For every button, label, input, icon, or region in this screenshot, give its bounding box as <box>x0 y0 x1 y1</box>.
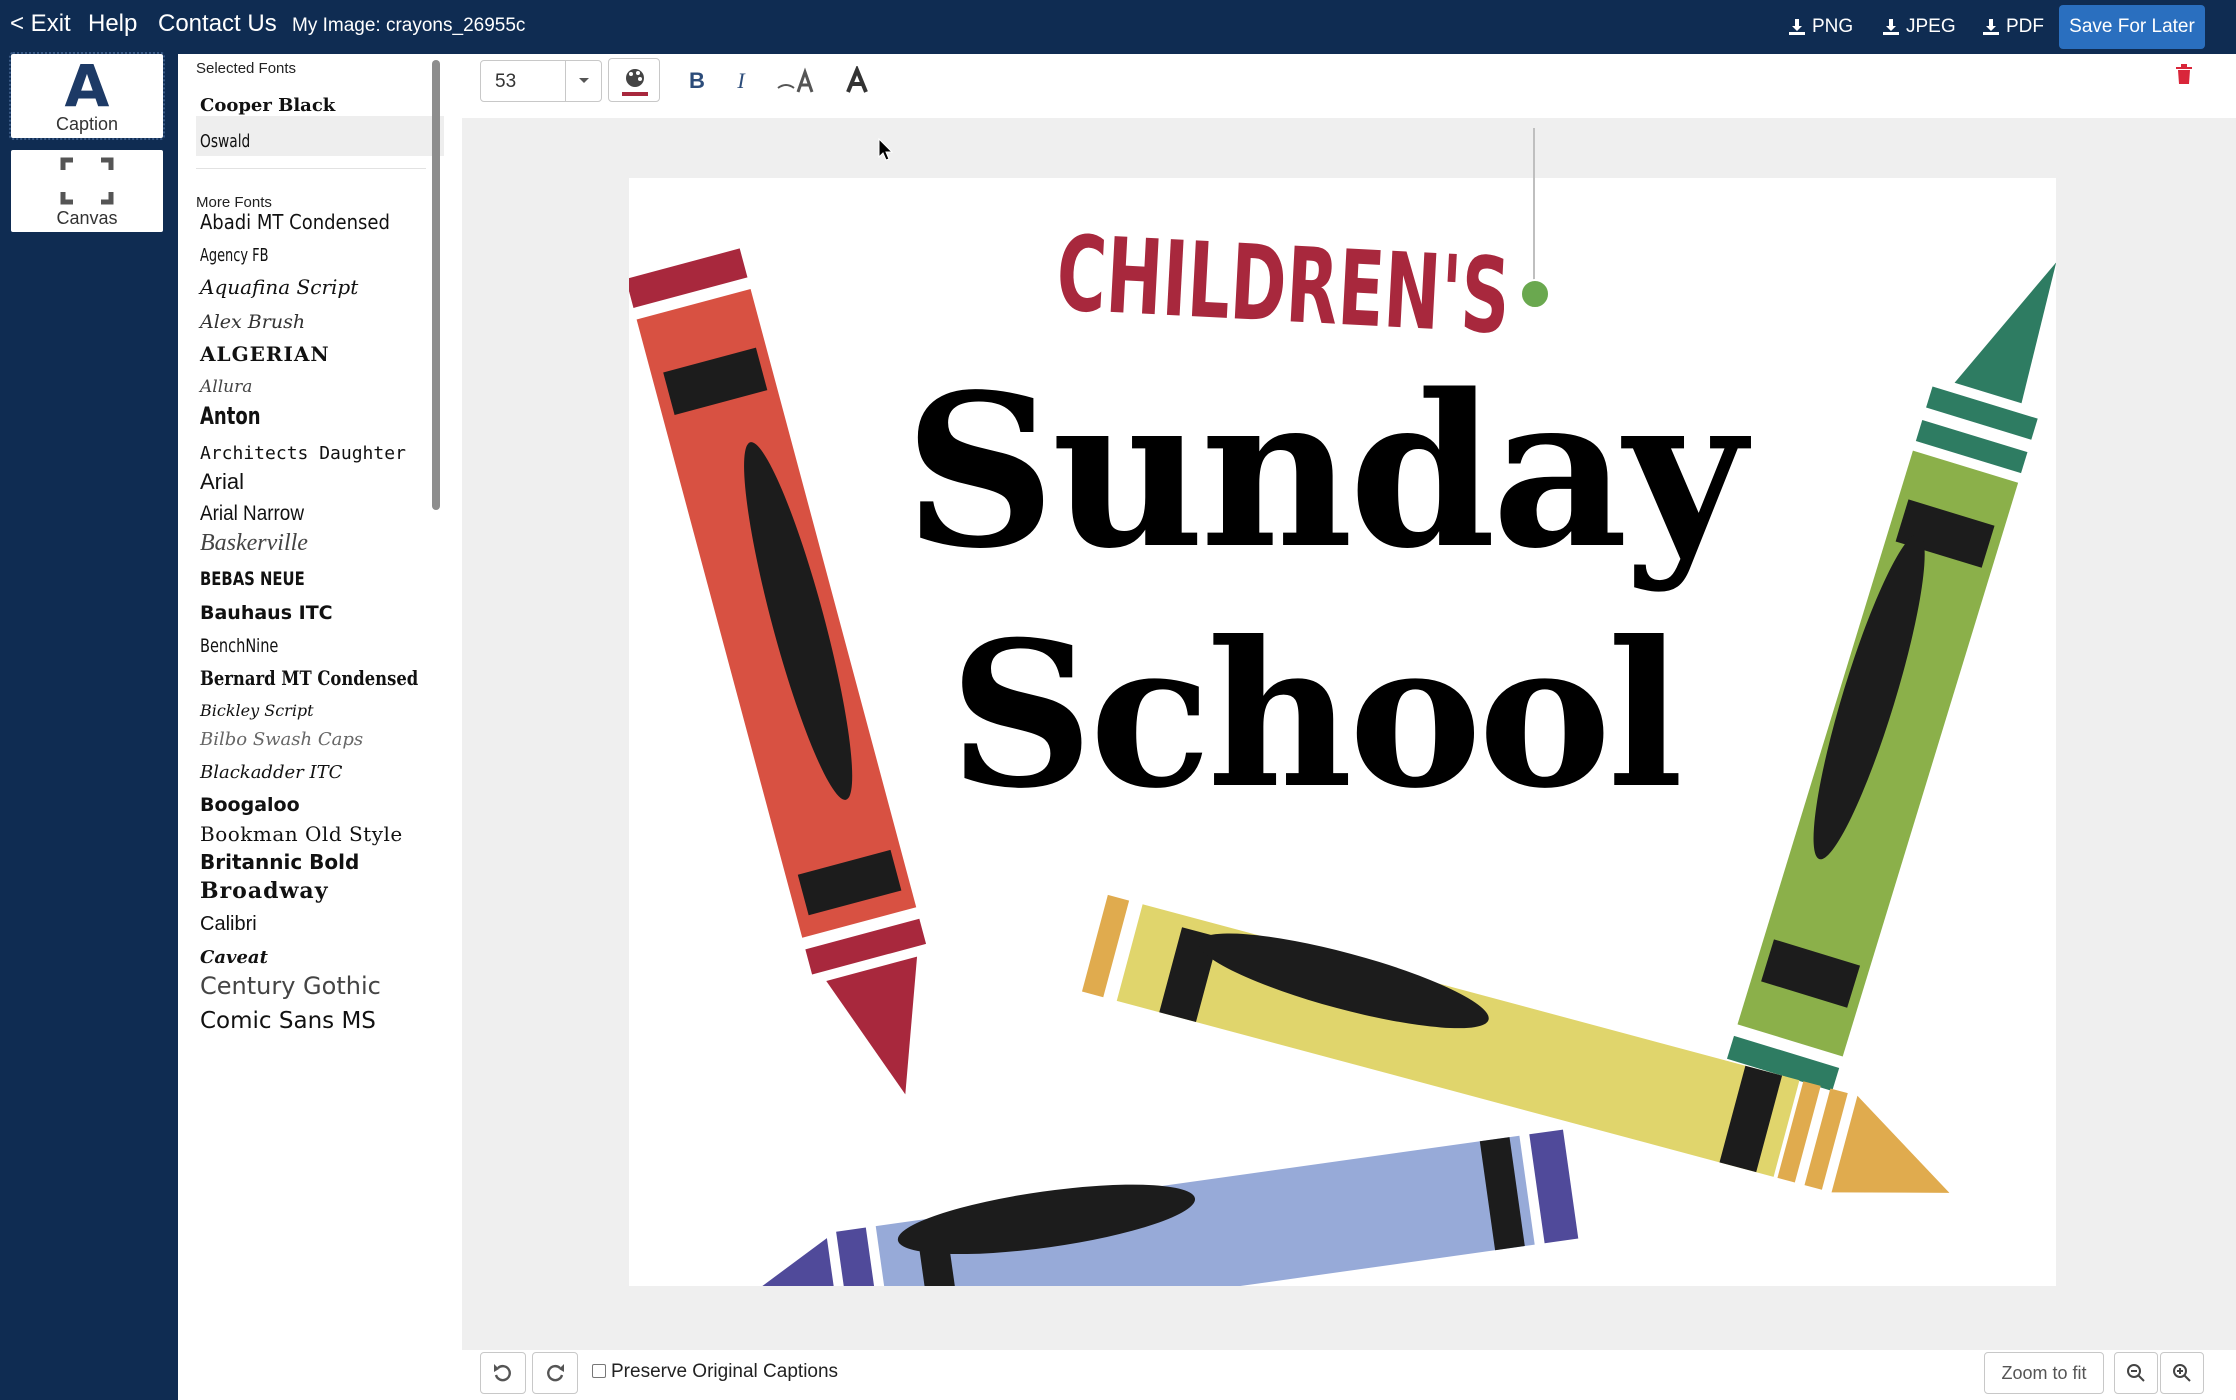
italic-button[interactable]: I <box>726 64 756 98</box>
zoom-in-icon <box>2173 1364 2191 1382</box>
undo-button[interactable] <box>480 1352 526 1394</box>
image-title: My Image: crayons_26955c <box>292 15 526 36</box>
download-icon <box>1789 19 1805 35</box>
download-icon <box>1883 19 1899 35</box>
arc-text-button[interactable] <box>776 64 816 98</box>
font-list-item[interactable]: Comic Sans MS <box>196 998 444 1038</box>
font-panel: Selected Fonts Cooper Black Oswald More … <box>178 54 446 1400</box>
palette-icon <box>622 69 648 96</box>
selected-fonts-header: Selected Fonts <box>196 60 297 77</box>
text-color-button[interactable] <box>608 58 660 102</box>
font-label: Baskerville <box>200 530 308 556</box>
font-item-cooper-black[interactable]: Cooper Black <box>196 80 444 120</box>
font-label: Anton <box>200 402 261 430</box>
delete-icon[interactable] <box>2172 60 2196 88</box>
download-jpeg-button[interactable]: JPEG <box>1882 16 1956 38</box>
download-png-label: PNG <box>1812 16 1854 37</box>
rotate-handle[interactable] <box>1520 279 1550 309</box>
font-divider <box>196 168 426 169</box>
font-label: Century Gothic <box>200 972 381 1000</box>
download-pdf-label: PDF <box>2006 16 2044 37</box>
redo-button[interactable] <box>532 1352 578 1394</box>
font-size-select[interactable]: 53 <box>480 60 602 102</box>
caption-childrens[interactable]: CHILDREN'S <box>1054 212 1513 358</box>
font-label: Aquafina Script <box>200 275 359 299</box>
green-crayon <box>1726 262 2056 1091</box>
font-item-oswald-selected[interactable]: Oswald <box>196 116 444 156</box>
zoom-out-icon <box>2127 1364 2145 1382</box>
help-link[interactable]: Help <box>88 10 137 38</box>
blue-crayon <box>726 1129 1579 1286</box>
caption-tool-button[interactable]: A Caption <box>9 52 165 140</box>
contact-us-link[interactable]: Contact Us <box>158 10 277 38</box>
zoom-out-button[interactable] <box>2114 1352 2158 1394</box>
font-label: Oswald <box>200 131 251 152</box>
canvas-tool-button[interactable]: Canvas <box>11 150 163 232</box>
undo-icon <box>494 1364 511 1382</box>
download-jpeg-label: JPEG <box>1906 16 1956 37</box>
app-window: < Exit Help Contact Us My Image: crayons… <box>0 0 2236 1400</box>
mouse-cursor-icon <box>878 138 894 161</box>
preserve-captions-label: Preserve Original Captions <box>611 1361 839 1382</box>
zoom-to-fit-button[interactable]: Zoom to fit <box>1984 1352 2104 1394</box>
top-bar: < Exit Help Contact Us My Image: crayons… <box>0 0 2236 54</box>
caption-sunday[interactable]: Sunday <box>904 348 1746 595</box>
download-icon <box>1983 19 1999 35</box>
caption-tool-label: Caption <box>55 114 119 134</box>
font-panel-scrollbar[interactable] <box>432 60 440 510</box>
caption-school[interactable]: School <box>949 598 1683 833</box>
canvas-frame-icon <box>60 157 114 205</box>
canvas-tool-label: Canvas <box>56 208 118 228</box>
exit-link[interactable]: < Exit <box>10 10 71 38</box>
font-label: BEBAS NEUE <box>200 568 305 590</box>
download-pdf-button[interactable]: PDF <box>1982 16 2044 38</box>
zoom-in-button[interactable] <box>2160 1352 2204 1394</box>
bold-button[interactable]: B <box>682 64 712 98</box>
arc-text-icon <box>777 67 814 93</box>
font-size-value: 53 <box>495 71 517 92</box>
rotate-handle-line <box>1533 128 1535 288</box>
save-for-later-button[interactable]: Save For Later <box>2059 5 2205 49</box>
download-png-button[interactable]: PNG <box>1788 16 1853 38</box>
text-outline-button[interactable] <box>840 64 874 98</box>
redo-icon <box>547 1364 564 1382</box>
font-label: Cooper Black <box>200 95 336 116</box>
text-outline-icon <box>846 66 868 93</box>
preserve-captions-checkbox[interactable] <box>592 1364 606 1378</box>
design-canvas[interactable]: CHILDREN'S Sunday School <box>629 128 2056 1286</box>
caption-letter-icon: A <box>64 52 110 120</box>
tool-rail: A Caption Canvas <box>0 52 178 1400</box>
chevron-down-icon[interactable] <box>565 61 601 101</box>
font-label: Comic Sans MS <box>200 1008 376 1034</box>
